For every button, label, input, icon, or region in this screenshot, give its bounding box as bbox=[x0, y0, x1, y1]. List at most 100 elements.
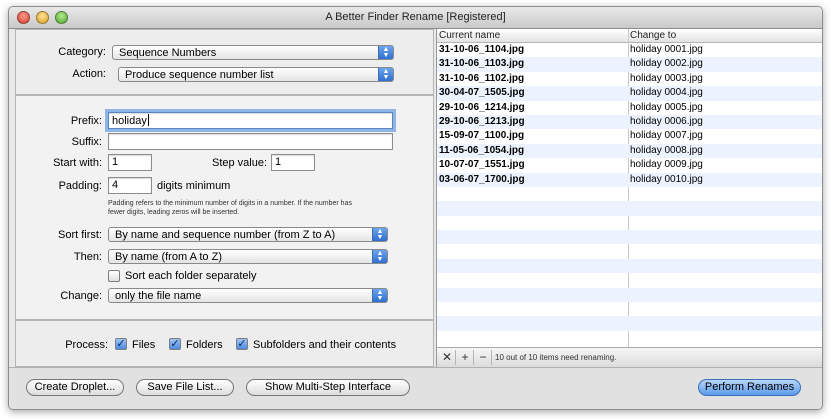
change-to-cell: holiday 0004.jpg bbox=[630, 87, 703, 99]
change-to-cell: holiday 0007.jpg bbox=[630, 130, 703, 142]
padding-help-line-1: Padding refers to the minimum number of … bbox=[108, 200, 352, 207]
preview-pane: Current name Change to 31-10-06_1104.jpg… bbox=[436, 29, 822, 367]
folders-checkbox[interactable]: ✓ bbox=[169, 338, 181, 350]
padding-help-line-2: fewer digits, leading zeros will be inse… bbox=[108, 209, 240, 216]
change-to-cell: holiday 0002.jpg bbox=[630, 58, 703, 70]
table-row[interactable]: 29-10-06_1214.jpg holiday 0005.jpg bbox=[437, 101, 822, 115]
empty-table-row bbox=[437, 302, 822, 316]
minus-file-button[interactable]: − bbox=[475, 350, 492, 365]
empty-table-row bbox=[437, 258, 822, 274]
change-value: only the file name bbox=[115, 290, 202, 302]
padding-suffix: digits minimum bbox=[157, 180, 231, 192]
perform-renames-button[interactable]: Perform Renames bbox=[698, 379, 801, 396]
multi-step-interface-button[interactable]: Show Multi-Step Interface bbox=[246, 379, 410, 396]
change-popup[interactable]: only the file name ▲ ▼ bbox=[108, 288, 388, 303]
process-label: Process: bbox=[65, 339, 108, 351]
options-section: Prefix: holiday Suffix: Start with: 1 St… bbox=[15, 95, 434, 320]
process-section: Process: ✓ Files ✓ Folders ✓ Subfolders … bbox=[15, 320, 434, 367]
change-to-cell: holiday 0006.jpg bbox=[630, 115, 703, 127]
change-to-cell: holiday 0005.jpg bbox=[630, 101, 703, 113]
empty-table-row bbox=[437, 187, 822, 201]
sort-first-popup[interactable]: By name and sequence number (from Z to A… bbox=[108, 227, 388, 242]
create-droplet-button[interactable]: Create Droplet... bbox=[26, 379, 124, 396]
empty-table-row bbox=[437, 273, 822, 287]
then-popup[interactable]: By name (from A to Z) ▲ ▼ bbox=[108, 249, 388, 264]
window-title: A Better Finder Rename [Registered] bbox=[325, 11, 506, 23]
padding-label: Padding: bbox=[58, 180, 102, 192]
suffix-label: Suffix: bbox=[71, 136, 102, 148]
current-name-cell: 31-10-06_1102.jpg bbox=[439, 72, 525, 84]
app-window: A Better Finder Rename [Registered] Cate… bbox=[8, 6, 823, 410]
action-popup[interactable]: Produce sequence number list ▲ ▼ bbox=[118, 67, 394, 82]
bottom-toolbar: Create Droplet... Save File List... Show… bbox=[9, 367, 822, 409]
current-name-cell: 11-05-06_1054.jpg bbox=[439, 144, 525, 156]
table-row[interactable]: 29-10-06_1213.jpg holiday 0006.jpg bbox=[437, 114, 822, 130]
popup-arrows-icon: ▲ ▼ bbox=[372, 289, 387, 302]
table-row[interactable]: 31-10-06_1103.jpg holiday 0002.jpg bbox=[437, 57, 822, 72]
padding-value: 4 bbox=[112, 179, 119, 191]
current-name-cell: 31-10-06_1104.jpg bbox=[439, 44, 525, 55]
text-caret bbox=[147, 114, 149, 126]
empty-table-row bbox=[437, 216, 822, 230]
column-header-current-name[interactable]: Current name bbox=[439, 30, 500, 41]
step-input[interactable]: 1 bbox=[271, 154, 315, 171]
start-input[interactable]: 1 bbox=[108, 154, 152, 171]
current-name-cell: 30-04-07_1505.jpg bbox=[439, 87, 525, 99]
padding-help: Padding refers to the minimum number of … bbox=[108, 199, 352, 217]
category-label: Category: bbox=[58, 46, 106, 58]
current-name-cell: 29-10-06_1213.jpg bbox=[439, 115, 525, 127]
change-label: Change: bbox=[60, 290, 102, 302]
then-label: Then: bbox=[73, 251, 102, 263]
table-row[interactable]: 31-10-06_1102.jpg holiday 0003.jpg bbox=[437, 72, 822, 86]
change-to-cell: holiday 0009.jpg bbox=[630, 159, 703, 171]
category-value: Sequence Numbers bbox=[119, 47, 217, 59]
suffix-input[interactable] bbox=[108, 133, 393, 150]
remove-file-button[interactable]: ✕ bbox=[439, 350, 456, 365]
step-label: Step value: bbox=[212, 157, 268, 169]
current-name-cell: 03-06-07_1700.jpg bbox=[439, 173, 525, 185]
table-row[interactable]: 15-09-07_1100.jpg holiday 0007.jpg bbox=[437, 129, 822, 143]
step-value: 1 bbox=[275, 156, 282, 168]
prefix-label: Prefix: bbox=[70, 115, 102, 127]
prefix-value: holiday bbox=[112, 115, 147, 127]
table-row[interactable]: 30-04-07_1505.jpg holiday 0004.jpg bbox=[437, 86, 822, 101]
table-row[interactable]: 31-10-06_1104.jpg holiday 0001.jpg bbox=[437, 43, 822, 57]
table-row[interactable]: 10-07-07_1551.jpg holiday 0009.jpg bbox=[437, 158, 822, 172]
change-to-cell: holiday 0001.jpg bbox=[630, 44, 703, 55]
popup-arrows-icon: ▲ ▼ bbox=[378, 68, 393, 81]
subfolders-label: Subfolders and their contents bbox=[253, 339, 397, 351]
popup-arrows-icon: ▲ ▼ bbox=[372, 250, 387, 263]
change-to-cell: holiday 0008.jpg bbox=[630, 144, 703, 156]
start-label: Start with: bbox=[53, 157, 102, 169]
settings-pane: Category: Sequence Numbers ▲ ▼ Action: Pr… bbox=[15, 29, 434, 367]
sort-folder-checkbox[interactable] bbox=[108, 270, 120, 282]
preview-table-header: Current name Change to bbox=[437, 29, 822, 43]
current-name-cell: 10-07-07_1551.jpg bbox=[439, 159, 525, 171]
popup-arrows-icon: ▲ ▼ bbox=[378, 46, 393, 59]
category-popup[interactable]: Sequence Numbers ▲ ▼ bbox=[112, 45, 394, 60]
current-name-cell: 15-09-07_1100.jpg bbox=[439, 130, 525, 142]
add-file-button[interactable]: + bbox=[457, 350, 474, 365]
rename-status: 10 out of 10 items need renaming. bbox=[495, 353, 617, 362]
change-to-cell: holiday 0003.jpg bbox=[630, 72, 703, 84]
files-checkbox[interactable]: ✓ bbox=[115, 338, 127, 350]
current-name-cell: 31-10-06_1103.jpg bbox=[439, 58, 525, 70]
column-header-change-to[interactable]: Change to bbox=[630, 30, 676, 41]
save-file-list-button[interactable]: Save File List... bbox=[136, 379, 234, 396]
folders-label: Folders bbox=[186, 339, 223, 351]
empty-table-row bbox=[437, 287, 822, 303]
empty-table-row bbox=[437, 331, 822, 345]
change-to-cell: holiday 0010.jpg bbox=[630, 173, 703, 185]
empty-table-row bbox=[437, 316, 822, 331]
action-value: Produce sequence number list bbox=[125, 69, 274, 81]
start-value: 1 bbox=[112, 156, 119, 168]
subfolders-checkbox[interactable]: ✓ bbox=[236, 338, 248, 350]
files-label: Files bbox=[132, 339, 156, 351]
prefix-input[interactable]: holiday bbox=[105, 109, 396, 132]
preview-table-body: 31-10-06_1104.jpg holiday 0001.jpg 31-10-0… bbox=[437, 43, 822, 345]
empty-table-row bbox=[437, 230, 822, 245]
table-row[interactable]: 03-06-07_1700.jpg holiday 0010.jpg bbox=[437, 172, 822, 187]
table-row[interactable]: 11-05-06_1054.jpg holiday 0008.jpg bbox=[437, 143, 822, 159]
preview-footer: ✕ + − 10 out of 10 items need renaming. bbox=[437, 347, 822, 367]
padding-input[interactable]: 4 bbox=[108, 177, 152, 194]
